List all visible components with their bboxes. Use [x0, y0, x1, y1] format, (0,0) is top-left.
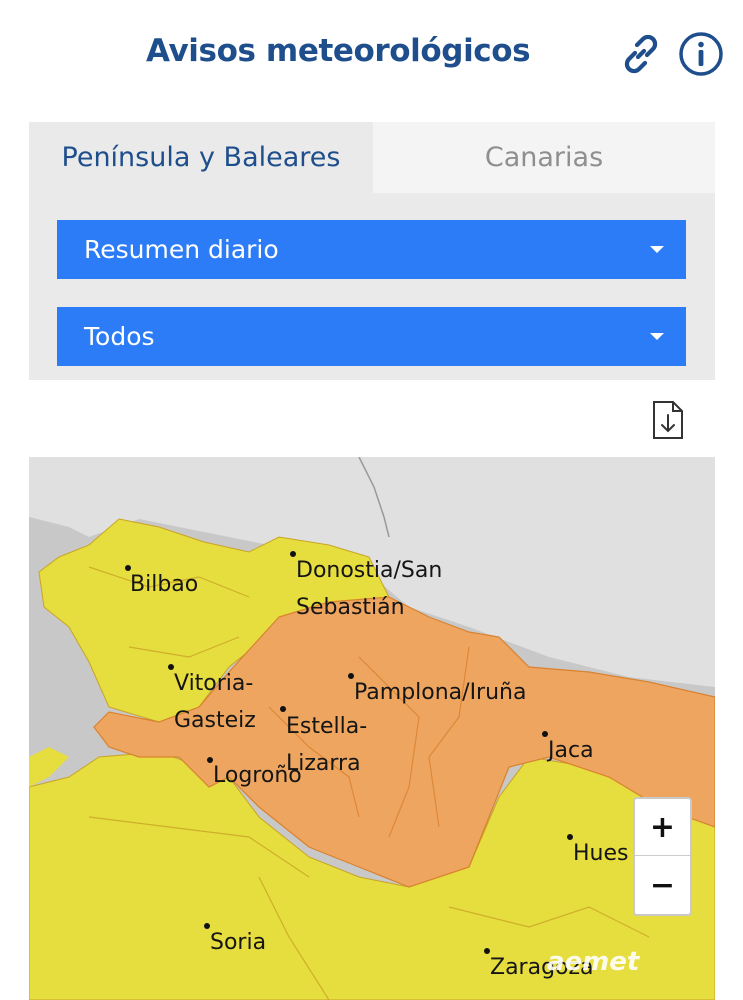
map-canvas	[29, 457, 715, 1000]
city-label-bilbao: Bilbao	[130, 572, 199, 597]
tab-peninsula-baleares[interactable]: Península y Baleares	[29, 122, 373, 193]
caret-down-icon	[650, 246, 664, 253]
download-document-icon[interactable]	[650, 399, 686, 441]
city-dot	[125, 565, 131, 571]
period-select-value: Resumen diario	[84, 235, 279, 264]
filter-panel: Península y Baleares Canarias Resumen di…	[29, 122, 715, 380]
warnings-map[interactable]: Bilbao Donostia/San Sebastián Vitoria- G…	[29, 457, 715, 1000]
city-dot	[567, 834, 573, 840]
city-label-donostia: Donostia/San Sebastián	[296, 558, 443, 620]
city-dot	[542, 731, 548, 737]
city-dot	[484, 948, 490, 954]
zoom-in-button[interactable]: +	[635, 799, 690, 856]
link-icon[interactable]	[616, 29, 666, 79]
caret-down-icon	[650, 333, 664, 340]
tab-canarias[interactable]: Canarias	[373, 122, 715, 193]
city-label-jaca: Jaca	[548, 738, 594, 763]
period-select[interactable]: Resumen diario	[57, 220, 686, 279]
aemet-watermark-logo: aemet	[547, 947, 640, 977]
city-label-huesca: Hues	[573, 841, 629, 866]
city-label-pamplona: Pamplona/Iruña	[354, 680, 527, 705]
phenomenon-select-value: Todos	[84, 322, 155, 351]
city-dot	[204, 923, 210, 929]
header: Avisos meteorológicos	[0, 0, 743, 110]
page-title: Avisos meteorológicos	[146, 33, 531, 69]
info-icon[interactable]	[676, 29, 726, 79]
city-dot	[348, 673, 354, 679]
city-label-vitoria: Vitoria- Gasteiz	[174, 671, 256, 733]
city-label-soria: Soria	[210, 930, 267, 955]
phenomenon-select[interactable]: Todos	[57, 307, 686, 366]
zoom-out-button[interactable]: −	[635, 857, 690, 914]
zoom-control: + −	[633, 797, 692, 916]
city-label-logrono: Logroño	[213, 763, 302, 788]
